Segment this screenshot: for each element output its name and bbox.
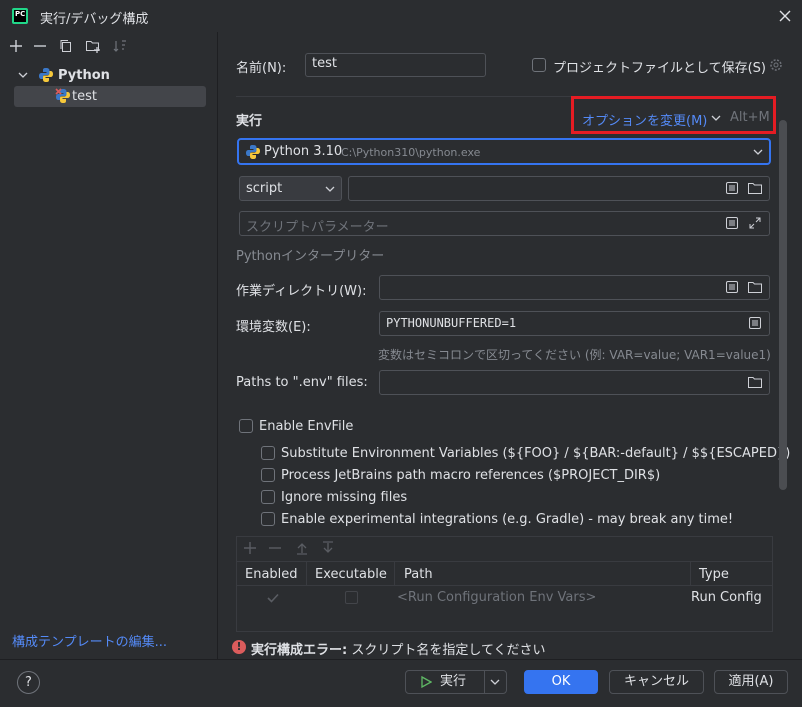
working-directory-label: 作業ディレクトリ(W): xyxy=(236,284,367,299)
enable-envfile-checkbox[interactable] xyxy=(239,419,253,433)
move-down-icon[interactable] xyxy=(320,540,336,556)
chevron-down-icon[interactable] xyxy=(490,677,500,687)
folder-icon[interactable] xyxy=(747,375,763,389)
folder-icon[interactable] xyxy=(747,280,763,294)
ignore-missing-label: Ignore missing files xyxy=(281,490,408,505)
working-directory-input[interactable] xyxy=(379,275,770,300)
error-title: 実行構成エラー: xyxy=(251,643,348,658)
python-config-error-icon xyxy=(55,88,71,104)
chevron-down-icon xyxy=(18,72,28,78)
ok-button[interactable]: OK xyxy=(524,670,598,694)
add-icon[interactable] xyxy=(8,38,24,54)
experimental-checkbox[interactable] xyxy=(261,512,275,526)
dotenv-paths-input[interactable] xyxy=(379,370,770,395)
script-type-value: script xyxy=(246,181,283,196)
table-header: Enabled Executable Path Type xyxy=(237,561,772,586)
dotenv-paths-label: Paths to ".env" files: xyxy=(236,375,368,390)
pycharm-logo-icon: PC xyxy=(12,8,28,24)
tree-group-label: Python xyxy=(58,67,110,83)
experimental-label: Enable experimental integrations (e.g. G… xyxy=(281,512,734,527)
chevron-down-icon xyxy=(325,184,335,194)
copy-icon[interactable] xyxy=(58,38,74,54)
window-title: 実行/デバッグ構成 xyxy=(40,12,149,27)
table-cell-type: Run Config xyxy=(691,590,762,605)
sort-icon[interactable] xyxy=(112,38,128,54)
cancel-button[interactable]: キャンセル xyxy=(609,670,704,694)
column-header-executable[interactable]: Executable xyxy=(315,567,387,582)
expand-text-icon[interactable] xyxy=(748,316,762,330)
configurations-panel xyxy=(0,32,218,659)
name-label: 名前(N): xyxy=(236,61,287,76)
interpreter-path: C:\Python310\python.exe xyxy=(341,146,481,159)
env-vars-hint: 変数はセミコロンで区切ってください (例: VAR=value; VAR1=va… xyxy=(378,348,771,362)
close-icon[interactable] xyxy=(778,9,792,23)
executable-checkbox[interactable] xyxy=(345,591,358,604)
error-detail: スクリプト名を指定してください xyxy=(347,643,546,658)
run-button[interactable]: 実行 xyxy=(405,670,507,694)
interpreter-hint: Pythonインタープリター xyxy=(236,249,385,264)
expand-text-icon[interactable] xyxy=(725,181,739,195)
run-section-title: 実行 xyxy=(236,114,263,129)
remove-icon[interactable] xyxy=(32,38,48,54)
expand-text-icon[interactable] xyxy=(725,280,739,294)
split-divider xyxy=(484,671,485,693)
python-icon xyxy=(245,144,261,160)
env-vars-label: 環境変数(E): xyxy=(236,320,311,335)
run-button-label: 実行 xyxy=(440,674,467,689)
modify-options-shortcut: Alt+M xyxy=(730,110,770,125)
remove-icon[interactable] xyxy=(267,540,283,556)
error-message: 実行構成エラー: スクリプト名を指定してください xyxy=(251,639,546,658)
tree-item-test[interactable] xyxy=(14,86,206,107)
move-up-icon[interactable] xyxy=(294,540,310,556)
name-input[interactable]: test xyxy=(305,53,486,77)
save-as-project-file-label: プロジェクトファイルとして保存(S) xyxy=(553,61,767,76)
new-folder-icon[interactable] xyxy=(85,38,101,54)
tree-item-label: test xyxy=(72,89,97,104)
python-icon xyxy=(39,68,53,82)
env-vars-input[interactable]: PYTHONUNBUFFERED=1 xyxy=(379,311,770,336)
folder-icon[interactable] xyxy=(747,181,763,195)
expand-text-icon[interactable] xyxy=(725,216,739,230)
tree-group-python[interactable]: Python xyxy=(18,66,110,84)
gear-icon[interactable] xyxy=(768,57,784,73)
play-icon xyxy=(420,676,432,688)
scrollbar[interactable] xyxy=(779,120,787,490)
enable-envfile-label: Enable EnvFile xyxy=(259,419,354,434)
expand-icon[interactable] xyxy=(748,216,762,230)
column-header-type[interactable]: Type xyxy=(699,567,729,582)
table-cell-path: <Run Configuration Env Vars> xyxy=(397,590,597,605)
substitute-env-label: Substitute Environment Variables (${FOO}… xyxy=(281,446,791,461)
script-path-input[interactable] xyxy=(348,176,770,201)
edit-templates-link[interactable]: 構成テンプレートの編集... xyxy=(12,631,167,650)
apply-button[interactable]: 適用(A) xyxy=(714,670,788,694)
help-button[interactable]: ? xyxy=(17,671,40,694)
error-icon: ! xyxy=(232,640,246,654)
save-as-project-file-checkbox[interactable] xyxy=(532,58,546,72)
ignore-missing-checkbox[interactable] xyxy=(261,490,275,504)
chevron-down-icon xyxy=(711,113,721,123)
column-header-enabled[interactable]: Enabled xyxy=(245,567,298,582)
interpreter-name: Python 3.10 xyxy=(264,144,343,159)
add-icon[interactable] xyxy=(242,540,258,556)
column-header-path[interactable]: Path xyxy=(404,567,433,582)
modify-options-link[interactable]: オプションを変更(M) xyxy=(582,110,707,129)
chevron-down-icon xyxy=(753,147,763,157)
path-macro-checkbox[interactable] xyxy=(261,468,275,482)
script-params-placeholder: スクリプトパラメーター xyxy=(246,220,389,235)
substitute-env-checkbox[interactable] xyxy=(261,446,275,460)
path-macro-label: Process JetBrains path macro references … xyxy=(281,468,661,483)
enabled-checkbox-checked[interactable] xyxy=(266,591,280,605)
